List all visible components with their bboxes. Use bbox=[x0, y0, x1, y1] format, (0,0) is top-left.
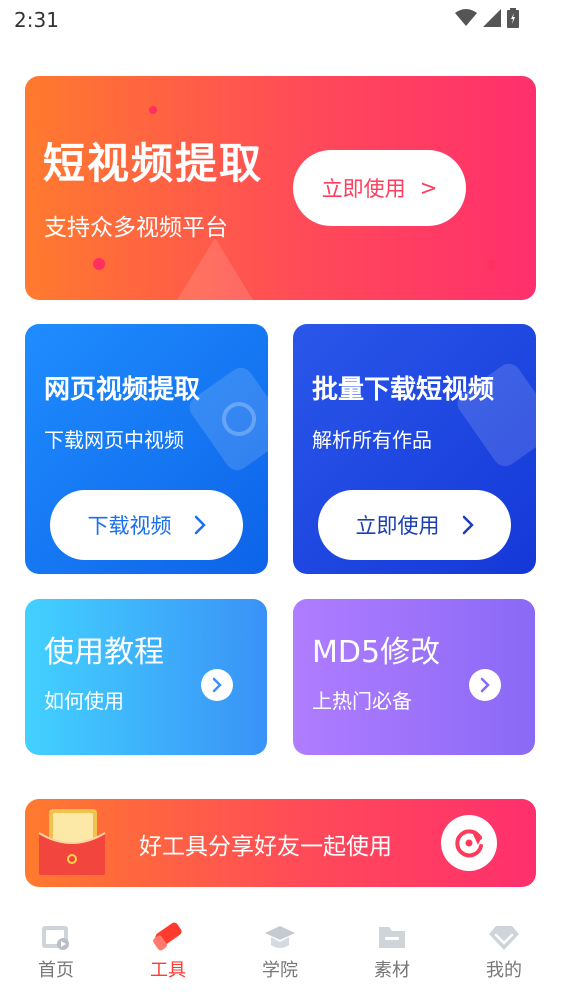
signal-icon bbox=[483, 9, 501, 27]
tab-academy[interactable]: 学院 bbox=[230, 922, 330, 982]
md5-go-button[interactable] bbox=[469, 669, 501, 701]
web-card-title: 网页视频提取 bbox=[44, 375, 201, 405]
tutorial-subtitle: 如何使用 bbox=[44, 689, 124, 713]
md5-modify-card[interactable]: MD5修改 上热门必备 bbox=[293, 599, 535, 755]
graduation-cap-icon bbox=[265, 926, 295, 948]
red-envelope-icon bbox=[38, 809, 106, 875]
tab-label: 首页 bbox=[38, 960, 74, 981]
batch-card-title: 批量下载短视频 bbox=[312, 375, 495, 405]
batch-button-label: 立即使用 bbox=[355, 514, 440, 538]
tab-label: 我的 bbox=[486, 960, 522, 981]
chevron-right-icon bbox=[212, 677, 222, 693]
bottom-tab-bar: 首页 工具 学院 素材 我的 bbox=[0, 912, 561, 999]
tab-home[interactable]: 首页 bbox=[6, 922, 106, 982]
decor-triangle bbox=[177, 238, 253, 300]
tab-label: 工具 bbox=[150, 960, 186, 981]
home-icon bbox=[42, 926, 69, 950]
share-banner[interactable]: 好工具分享好友一起使用 bbox=[25, 799, 536, 887]
hero-subtitle: 支持众多视频平台 bbox=[44, 215, 228, 241]
hero-title: 短视频提取 bbox=[43, 139, 264, 188]
decor-dot bbox=[93, 258, 105, 270]
tutorial-go-button[interactable] bbox=[201, 669, 233, 701]
tab-mine[interactable]: 我的 bbox=[454, 922, 554, 982]
status-icons bbox=[455, 8, 519, 28]
web-card-subtitle: 下载网页中视频 bbox=[44, 428, 184, 452]
chevron-right-icon bbox=[194, 515, 206, 535]
web-video-extract-card[interactable]: 网页视频提取 下载网页中视频 下载视频 bbox=[25, 324, 268, 574]
short-video-extract-card[interactable]: 短视频提取 支持众多视频平台 立即使用 > bbox=[25, 76, 536, 300]
tutorial-title: 使用教程 bbox=[44, 635, 164, 670]
status-bar: 2:31 bbox=[0, 0, 561, 40]
tab-materials[interactable]: 素材 bbox=[342, 922, 442, 982]
download-video-button[interactable]: 下载视频 bbox=[50, 490, 243, 560]
decor-dot bbox=[487, 260, 497, 270]
chevron-right-icon bbox=[480, 677, 490, 693]
batch-use-now-button[interactable]: 立即使用 bbox=[318, 490, 511, 560]
wifi-icon bbox=[455, 9, 477, 26]
batch-download-card[interactable]: 批量下载短视频 解析所有作品 立即使用 bbox=[293, 324, 536, 574]
share-button[interactable] bbox=[441, 815, 497, 871]
diamond-icon bbox=[489, 926, 519, 950]
folder-icon bbox=[379, 927, 405, 948]
chevron-right-icon: > bbox=[419, 176, 438, 200]
battery-icon bbox=[507, 8, 519, 28]
tutorial-card[interactable]: 使用教程 如何使用 bbox=[25, 599, 267, 755]
md5-subtitle: 上热门必备 bbox=[312, 689, 412, 713]
md5-title: MD5修改 bbox=[312, 635, 441, 670]
hero-use-now-button[interactable]: 立即使用 > bbox=[293, 150, 466, 226]
chevron-right-icon bbox=[462, 515, 474, 535]
decor-dot bbox=[149, 106, 157, 114]
tab-label: 素材 bbox=[374, 960, 410, 981]
download-video-label: 下载视频 bbox=[87, 514, 172, 538]
tool-icon bbox=[153, 922, 182, 951]
tab-tools[interactable]: 工具 bbox=[118, 922, 218, 982]
hero-button-label: 立即使用 bbox=[321, 177, 406, 201]
share-refresh-icon bbox=[455, 829, 483, 858]
tab-label: 学院 bbox=[262, 960, 298, 981]
batch-card-subtitle: 解析所有作品 bbox=[312, 428, 432, 452]
share-banner-text: 好工具分享好友一起使用 bbox=[139, 834, 392, 860]
status-time: 2:31 bbox=[14, 8, 59, 32]
